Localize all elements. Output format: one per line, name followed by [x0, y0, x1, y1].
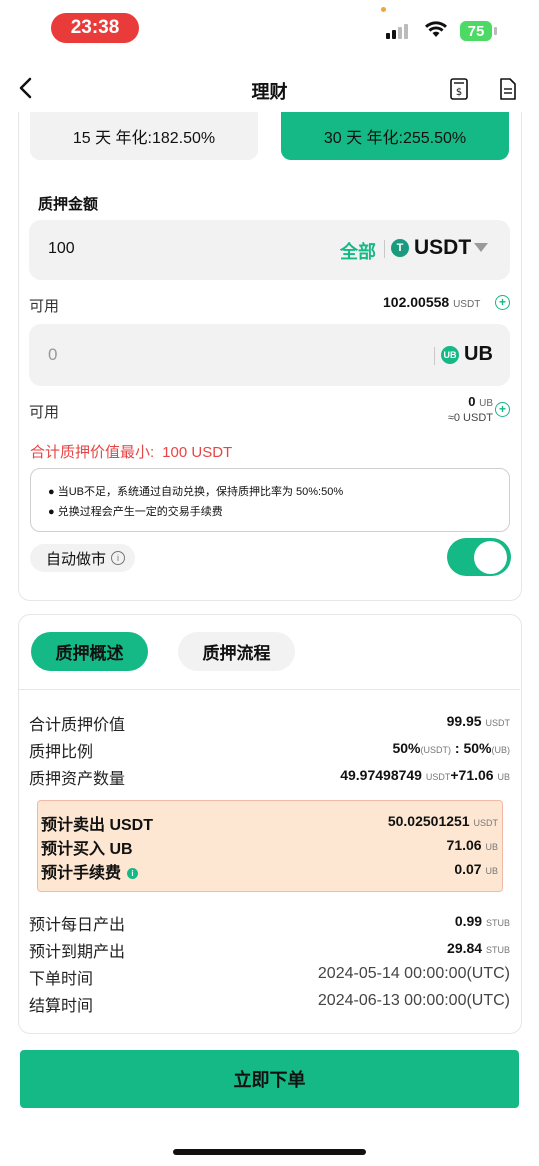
tab-pledge-process[interactable]: 质押流程 — [178, 632, 295, 671]
total-value: 99.95 USDT — [446, 713, 510, 729]
total-value-label: 合计质押价值 — [29, 717, 126, 734]
available-label: 可用 — [29, 298, 60, 315]
estimate-fee-label: 预计手续费 i — [41, 859, 139, 883]
term-option-30-day[interactable]: 30 天 年化:255.50% — [281, 112, 509, 160]
calculator-receipt-icon[interactable]: $ — [449, 77, 469, 106]
currency-select[interactable]: USDT — [414, 236, 471, 260]
privacy-indicator-dot — [381, 7, 386, 12]
estimate-fee-value: 0.07 UB — [454, 861, 498, 877]
order-time-label: 下单时间 — [29, 971, 94, 988]
pledge-amount-value[interactable]: 100 — [48, 240, 75, 258]
ub-available-label: 可用 — [29, 404, 60, 421]
maturity-output-value: 29.84 STUB — [447, 940, 510, 956]
status-time: 23:38 — [51, 13, 139, 43]
ub-amount-input[interactable] — [29, 324, 510, 386]
pledge-amount-label: 质押金额 — [38, 196, 99, 213]
asset-qty-label: 质押资产数量 — [29, 771, 126, 788]
settle-time-value: 2024-06-13 00:00:00(UTC) — [317, 992, 510, 1009]
toggle-knob[interactable] — [474, 541, 507, 574]
cellular-signal-icon — [386, 24, 408, 39]
add-ub-icon[interactable]: + — [495, 402, 510, 417]
add-funds-icon[interactable]: + — [495, 295, 510, 310]
estimate-sell-label: 预计卖出 USDT — [41, 817, 154, 834]
estimate-buy-value: 71.06 UB — [446, 837, 498, 853]
available-balance: 102.00558 USDT — [383, 294, 481, 310]
battery-icon: 75 — [460, 21, 492, 41]
settle-time-label: 结算时间 — [29, 998, 94, 1015]
info-icon[interactable]: i — [111, 551, 126, 565]
divider — [384, 240, 385, 258]
asset-qty-value: 49.97498749 USDT+71.06 UB — [340, 767, 510, 783]
term-option-15-day[interactable]: 15 天 年化:182.50% — [30, 112, 258, 160]
svg-text:$: $ — [456, 87, 462, 98]
ratio-value: 50%(USDT) : 50%(UB) — [392, 740, 510, 756]
divider — [19, 689, 520, 690]
notice-line: ● 兑换过程会产生一定的交易手续费 — [48, 506, 223, 518]
ub-amount-placeholder[interactable]: 0 — [48, 345, 57, 365]
daily-output-label: 预计每日产出 — [29, 917, 126, 934]
min-pledge-value: 合计质押价值最小: 100 USDT — [30, 444, 233, 461]
divider — [434, 347, 435, 365]
battery-tip — [494, 27, 497, 35]
ratio-label: 质押比例 — [29, 744, 94, 761]
estimate-buy-label: 预计买入 UB — [41, 841, 133, 858]
info-icon[interactable]: i — [127, 868, 139, 880]
ub-available-balance: 0 UB ≈0 USDT — [447, 394, 493, 424]
order-time-value: 2024-05-14 00:00:00(UTC) — [317, 965, 510, 982]
notice-box — [30, 468, 510, 532]
maturity-output-label: 预计到期产出 — [29, 944, 126, 961]
daily-output-value: 0.99 STUB — [454, 913, 510, 929]
auto-market-label[interactable]: 自动做市 i — [30, 544, 136, 572]
dropdown-arrow-icon[interactable] — [474, 243, 488, 252]
notice-line: ● 当UB不足，系统通过自动兑换，保持质押比率为 50%:50% — [48, 486, 344, 498]
wifi-icon — [424, 20, 448, 43]
ub-coin-icon: UB — [441, 346, 459, 364]
estimate-sell-value: 50.02501251 USDT — [387, 813, 498, 829]
place-order-button[interactable]: 立即下单 — [20, 1050, 519, 1108]
all-amount-button[interactable]: 全部 — [340, 238, 376, 264]
ub-currency-label: UB — [464, 343, 493, 365]
usdt-coin-icon: T — [391, 239, 409, 257]
home-indicator[interactable] — [173, 1149, 366, 1155]
tab-pledge-overview[interactable]: 质押概述 — [31, 632, 148, 671]
document-icon[interactable] — [498, 77, 518, 106]
